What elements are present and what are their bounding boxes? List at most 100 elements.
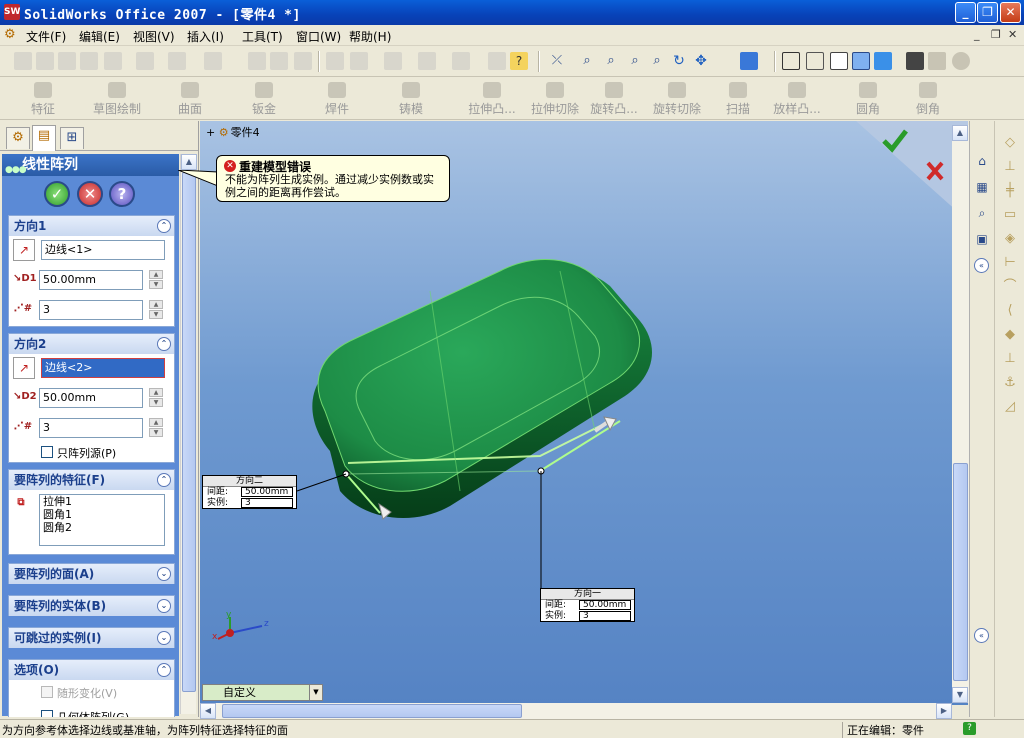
extruded-boss-button[interactable]: 拉伸凸... xyxy=(466,80,518,118)
quick-tips-icon[interactable]: ? xyxy=(963,722,976,735)
list-item[interactable]: 圆角2 xyxy=(40,521,164,534)
feature-manager-tab[interactable]: ⚙ xyxy=(6,127,30,149)
graphics-area[interactable]: + ⚙ 零件4 y x z 方向二 间距: 50.00mm 实例: 3 方向一 … xyxy=(200,121,968,705)
features-tab[interactable]: 特征 xyxy=(26,80,60,118)
design-library-icon[interactable]: ⌕ xyxy=(972,203,992,223)
loft-boss-button[interactable]: 放样凸... xyxy=(770,80,824,118)
ok-button[interactable]: ✓ xyxy=(44,181,70,207)
view-orientation-dropdown[interactable]: 自定义 ▼ xyxy=(202,684,323,701)
solidworks-logo-icon[interactable]: SW xyxy=(4,4,20,20)
menu-file[interactable]: 文件(F) xyxy=(26,28,66,45)
help-button[interactable]: ? xyxy=(109,181,135,207)
menu-edit[interactable]: 编辑(E) xyxy=(79,28,120,45)
property-manager-tab[interactable]: ▤ xyxy=(32,125,56,151)
hidden-lines-visible-icon[interactable] xyxy=(806,52,824,70)
zoom-to-fit-icon[interactable]: ⌕ xyxy=(578,52,596,70)
scroll-right-arrow[interactable]: ▶ xyxy=(936,703,952,719)
chamfer-button[interactable]: 倒角 xyxy=(914,80,942,118)
grid-icon[interactable] xyxy=(326,52,344,70)
callout-instances-field[interactable]: 3 xyxy=(579,611,631,621)
collapse-icon[interactable]: ⌃ xyxy=(157,663,171,677)
mold-tools-tab[interactable]: 铸模 xyxy=(396,80,426,118)
direction1-header[interactable]: 方向1 ⌃ xyxy=(9,216,174,236)
features-to-pattern-header[interactable]: 要阵列的特征(F) ⌃ xyxy=(9,470,174,490)
vary-sketch-checkbox[interactable] xyxy=(41,686,53,698)
bodies-to-pattern-group[interactable]: 要阵列的实体(B) ⌄ xyxy=(8,595,175,616)
configuration-manager-tab[interactable]: ⊞ xyxy=(60,127,84,149)
direction2-instances-field[interactable]: 3 xyxy=(39,418,143,438)
shadows-icon[interactable] xyxy=(906,52,924,70)
offset-icon[interactable]: ⊥ xyxy=(1002,351,1018,367)
layer-icon[interactable] xyxy=(452,52,470,70)
chart-icon[interactable] xyxy=(350,52,368,70)
solidworks-menu-icon[interactable]: ⚙ xyxy=(4,27,20,43)
doc-minimize-button[interactable]: _ xyxy=(974,28,980,41)
patterned-part[interactable] xyxy=(312,259,652,518)
features-list[interactable]: 拉伸1 圆角1 圆角2 xyxy=(39,494,165,546)
faces-to-pattern-group[interactable]: 要阵列的面(A) ⌄ xyxy=(8,563,175,584)
menu-window[interactable]: 窗口(W) xyxy=(296,28,341,45)
shaded-with-edges-icon[interactable] xyxy=(852,52,870,70)
list-item[interactable]: 拉伸1 xyxy=(40,495,164,508)
revolved-cut-button[interactable]: 旋转切除 xyxy=(652,80,702,118)
restore-button[interactable]: ❐ xyxy=(977,2,998,23)
pattern-seed-only-checkbox[interactable] xyxy=(41,446,53,458)
direction2-callout[interactable]: 方向二 间距: 50.00mm 实例: 3 xyxy=(202,475,297,509)
zoom-in-out-icon[interactable]: ⌕ xyxy=(626,52,644,70)
doc-restore-button[interactable]: ❐ xyxy=(991,28,1001,41)
trim-icon[interactable]: ⟨ xyxy=(1002,303,1018,319)
expand-icon[interactable]: ⌄ xyxy=(157,599,171,613)
dropdown-arrow-icon[interactable]: ▼ xyxy=(309,685,322,700)
menu-tools[interactable]: 工具(T) xyxy=(242,28,283,45)
hidden-lines-removed-icon[interactable] xyxy=(830,52,848,70)
direction1-callout[interactable]: 方向一 间距: 50.00mm 实例: 3 xyxy=(540,588,635,622)
undo-icon[interactable] xyxy=(168,52,186,70)
scroll-up-arrow[interactable]: ▲ xyxy=(952,125,968,141)
menu-insert[interactable]: 插入(I) xyxy=(187,28,224,45)
scroll-left-arrow[interactable]: ◀ xyxy=(200,703,216,719)
zoom-area-icon[interactable]: ⌕ xyxy=(602,52,620,70)
smart-dimension-icon[interactable]: ◿ xyxy=(1002,399,1018,415)
wireframe-icon[interactable] xyxy=(782,52,800,70)
graphics-vertical-scrollbar[interactable]: ▲ ▼ xyxy=(952,125,969,703)
scroll-down-arrow[interactable]: ▼ xyxy=(952,687,968,703)
expand-task-pane-icon[interactable]: « xyxy=(974,258,989,273)
view-orientation-icon[interactable]: ⤫ xyxy=(548,52,566,70)
options-icon[interactable] xyxy=(488,52,506,70)
scroll-up-arrow[interactable]: ▲ xyxy=(181,154,197,170)
reverse-direction-icon[interactable]: ↗ xyxy=(13,357,35,379)
weldments-tab[interactable]: 焊件 xyxy=(322,80,352,118)
options-header[interactable]: 选项(O) ⌃ xyxy=(9,660,174,680)
print-icon[interactable] xyxy=(80,52,98,70)
collapse-icon[interactable]: ⌃ xyxy=(157,337,171,351)
arc-icon[interactable]: ⊢ xyxy=(1002,255,1018,271)
mirror-icon[interactable]: ◆ xyxy=(1002,327,1018,343)
instances-to-skip-header[interactable]: 可跳过的实例(I) ⌄ xyxy=(9,628,174,648)
save-icon[interactable] xyxy=(58,52,76,70)
scroll-thumb[interactable] xyxy=(182,172,196,692)
surfaces-tab[interactable]: 曲面 xyxy=(175,80,205,118)
direction2-edge-field[interactable]: 边线<2> xyxy=(41,358,165,378)
standard-views-icon[interactable] xyxy=(740,52,758,70)
geometry-pattern-checkbox[interactable] xyxy=(41,710,53,717)
faces-to-pattern-header[interactable]: 要阵列的面(A) ⌄ xyxy=(9,564,174,584)
rectangle-icon[interactable]: ▭ xyxy=(1002,207,1018,223)
cancel-button[interactable]: ✕ xyxy=(77,181,103,207)
help-icon[interactable]: ? xyxy=(510,52,528,70)
section-view-icon[interactable] xyxy=(928,52,946,70)
direction1-instances-field[interactable]: 3 xyxy=(39,300,143,320)
swept-boss-button[interactable]: 扫描 xyxy=(724,80,752,118)
direction1-edge-field[interactable]: 边线<1> xyxy=(41,240,165,260)
file-explorer-icon[interactable]: ▣ xyxy=(972,229,992,249)
direction1-spacing-field[interactable]: 50.00mm xyxy=(39,270,143,290)
direction2-instances-spinner[interactable]: ▲ ▼ xyxy=(149,418,163,438)
shaded-icon[interactable] xyxy=(874,52,892,70)
select-icon[interactable] xyxy=(248,52,266,70)
spline-icon[interactable]: ⌒ xyxy=(1002,279,1018,295)
open-icon[interactable] xyxy=(36,52,54,70)
measure-icon[interactable] xyxy=(384,52,402,70)
line-icon[interactable]: ╪ xyxy=(1002,183,1018,199)
dimension-icon[interactable]: ⊥ xyxy=(1002,159,1018,175)
graphics-horizontal-scrollbar[interactable]: ◀ ▶ xyxy=(200,703,952,719)
select-filter-icon[interactable] xyxy=(270,52,288,70)
